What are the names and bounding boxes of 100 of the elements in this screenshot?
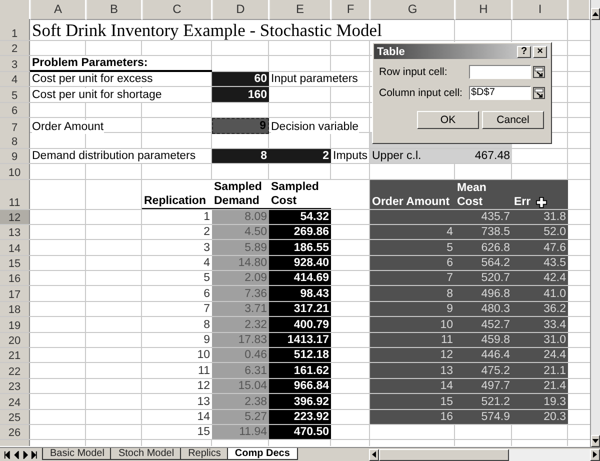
table-cell: 396.92 [269,394,331,409]
scroll-down-button[interactable] [591,435,600,447]
table-cell: 47.6 [512,240,568,255]
column-label: Mean Cost [455,180,512,209]
close-button[interactable]: × [533,46,547,58]
table-cell: 186.55 [269,240,331,255]
column-header[interactable]: C [142,0,212,20]
row-header[interactable]: 21 [0,348,30,362]
table-cell: 11 [370,332,455,348]
input-cell: 60 [212,72,269,86]
cell-text: Order Amount [32,120,104,134]
row-header[interactable]: 26 [0,424,30,440]
decision-cell: 9 [212,118,269,134]
column-header[interactable]: I [512,0,568,20]
result-label: Upper c.l. [370,148,455,164]
table-cell: 317.21 [269,302,331,316]
table-cell: 626.8 [455,240,512,255]
table-cell: 21.4 [512,378,568,394]
row-header[interactable]: 16 [0,271,30,286]
table-cell: 470.50 [269,424,331,440]
row-header[interactable]: 14 [0,240,30,255]
table-cell: 2.32 [212,317,269,332]
row-header[interactable]: 2 [0,41,30,56]
column-label: Sampled Demand [212,180,269,209]
row-header[interactable]: 4 [0,72,30,86]
table-cell: 512.18 [269,348,331,362]
column-header[interactable]: G [370,0,455,20]
help-button[interactable]: ? [517,46,531,58]
cell-text: Demand distribution parameters [32,149,196,164]
table-cell: 738.5 [455,224,512,240]
table-cell: 2.09 [212,271,269,286]
scroll-up-button[interactable] [591,8,600,20]
table-cell: 54.32 [269,210,331,224]
table-cell: 446.4 [455,348,512,362]
column-header[interactable]: H [455,0,512,20]
table-cell: 36.2 [512,302,568,316]
horizontal-scrollbar[interactable] [369,448,600,460]
table-cell: 574.9 [455,410,512,424]
table-cell: 5 [370,240,455,255]
table-cell: 5.27 [212,410,269,424]
table-cell: 13 [370,363,455,378]
table-cell: 459.8 [455,332,512,348]
row-header[interactable]: 10 [0,164,30,179]
table-cell: 52.0 [512,224,568,240]
dialog-button[interactable]: OK [417,111,479,129]
table-cell: 7.36 [212,286,269,301]
row-header[interactable]: 17 [0,286,30,301]
right-arrow-icon [593,451,597,458]
result-cell: 467.48 [455,148,512,164]
table-cell: 14.80 [212,256,269,270]
row-header[interactable]: 24 [0,394,30,409]
row-header[interactable]: 22 [0,363,30,378]
collapse-dialog-icon[interactable] [533,86,545,98]
cell-text: Input parameters [271,72,358,86]
row-header[interactable]: 15 [0,256,30,270]
row-header[interactable]: 11 [0,180,30,209]
row-header[interactable]: 19 [0,317,30,332]
row-header[interactable]: 23 [0,378,30,394]
scrollbar-thumb[interactable] [379,448,509,460]
table-cell: 521.2 [455,394,512,409]
sheet-navigation-icon[interactable] [4,450,40,458]
row-header[interactable]: 25 [0,410,30,424]
table-cell: 6 [370,256,455,270]
column-header[interactable]: D [212,0,269,20]
vertical-scrollbar[interactable] [590,0,600,447]
sheet-tab[interactable]: Comp Decs [226,448,298,460]
table-cell: 16 [370,410,455,424]
column-header[interactable]: B [86,0,142,20]
sheet-tab[interactable]: Replics [180,448,229,460]
sheet-tab[interactable]: Stoch Model [110,448,182,460]
row-header[interactable]: 20 [0,332,30,348]
table-cell: 11.94 [212,424,269,440]
dialog-button[interactable]: Cancel [482,111,544,129]
row-header[interactable]: 9 [0,148,30,164]
row-header[interactable]: 1 [0,19,30,40]
row-header[interactable]: 12 [0,210,30,224]
table-cell: 4 [370,224,455,240]
sheet-tab[interactable]: Basic Model [42,448,112,460]
input-field[interactable] [469,64,531,78]
collapse-dialog-icon[interactable] [533,66,545,78]
input-cell: 8 [212,148,269,164]
scroll-right-button[interactable] [590,448,600,460]
column-header[interactable]: E [269,0,331,20]
table-cell: 480.3 [455,302,512,316]
column-header[interactable]: F [331,0,370,20]
row-header[interactable]: 13 [0,224,30,240]
input-field[interactable]: $D$7 [469,86,531,100]
table-cell: 1413.17 [269,332,331,348]
table-cell: 17.83 [212,332,269,348]
row-header[interactable]: 6 [0,102,30,117]
row-header[interactable]: 3 [0,56,30,72]
row-header[interactable]: 8 [0,133,30,148]
table-cell: 33.4 [512,317,568,332]
column-header[interactable]: A [30,0,86,20]
cell-text: Cost per unit for excess [32,72,153,86]
row-header[interactable]: 7 [0,118,30,134]
row-header[interactable]: 18 [0,302,30,316]
scroll-left-button[interactable] [369,448,379,460]
dialog-title: Table [377,46,405,58]
row-header[interactable]: 5 [0,87,30,102]
